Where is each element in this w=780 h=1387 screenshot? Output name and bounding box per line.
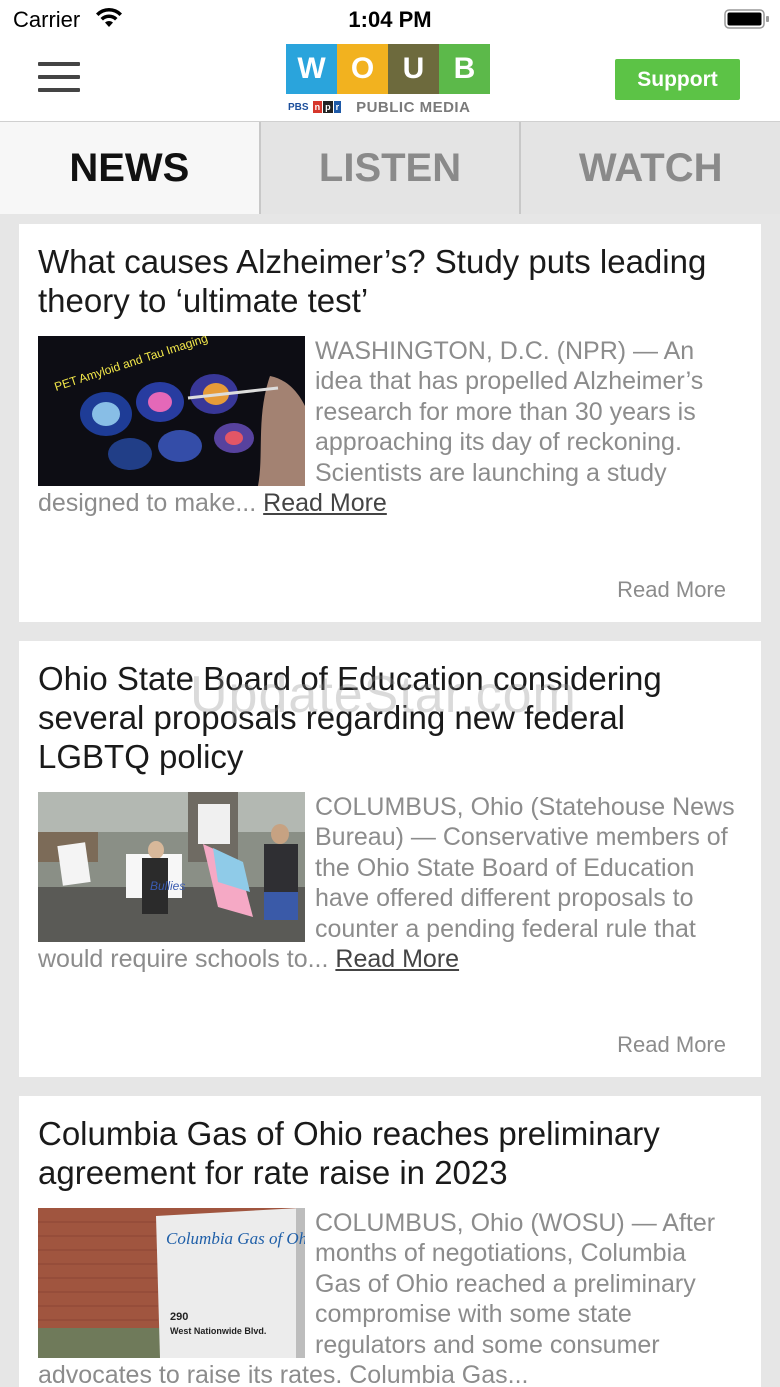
status-bar: Carrier 1:04 PM [0,0,780,40]
read-more-link[interactable]: Read More [617,1032,726,1058]
inline-read-more-link[interactable]: Read More [335,945,459,973]
svg-text:West Nationwide Blvd.: West Nationwide Blvd. [170,1326,266,1336]
read-more-link[interactable]: Read More [617,577,726,603]
pbs-logo-text: PBS [288,101,309,113]
support-button[interactable]: Support [615,59,740,100]
article-card[interactable]: Columbia Gas of Ohio reaches preliminary… [19,1096,761,1387]
tab-news[interactable]: NEWS [0,122,259,214]
clock: 1:04 PM [348,7,432,32]
npr-letter: r [333,101,342,113]
logo-subtitle: PUBLIC MEDIA [356,98,471,116]
tab-watch[interactable]: WATCH [519,122,780,214]
article-thumbnail[interactable]: Bullies [38,792,305,942]
app-header: WOUB PBS npr PUBLIC MEDIA Support [0,40,780,122]
battery-icon [724,9,769,29]
thumbnail-caption: Columbia Gas of Ohio [166,1229,305,1248]
logo-tile-b: B [439,44,490,94]
news-feed[interactable]: What causes Alzheimer’s? Study puts lead… [0,214,780,1387]
hamburger-menu-icon[interactable] [38,62,80,96]
inline-read-more-link[interactable]: Read More [263,489,387,517]
logo-tile-o: O [337,44,388,94]
article-thumbnail[interactable]: Columbia Gas of Ohio 290 West Nationwide… [38,1208,305,1358]
npr-logo: npr [312,101,343,113]
npr-letter: n [312,101,323,113]
logo-tile-w: W [286,44,337,94]
woub-logo[interactable]: WOUB PBS npr PUBLIC MEDIA [286,44,494,118]
section-tabs: NEWS LISTEN WATCH [0,122,780,214]
svg-text:290: 290 [170,1311,188,1323]
watermark: UpdateStar.com [190,666,577,724]
article-thumbnail[interactable]: PET Amyloid and Tau Imaging [38,336,305,486]
thumbnail-caption: Bullies [150,879,185,893]
npr-letter: p [323,101,333,113]
article-card[interactable]: What causes Alzheimer’s? Study puts lead… [19,224,761,622]
article-title[interactable]: Columbia Gas of Ohio reaches preliminary… [38,1114,738,1192]
logo-tile-u: U [388,44,439,94]
article-title[interactable]: What causes Alzheimer’s? Study puts lead… [38,242,738,320]
tab-listen[interactable]: LISTEN [258,122,520,214]
